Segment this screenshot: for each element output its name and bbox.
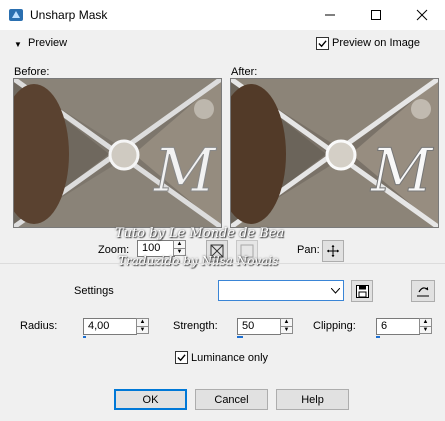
chevron-down-icon <box>328 281 343 300</box>
luminance-only-checkbox[interactable] <box>175 351 188 364</box>
title-bar: Unsharp Mask <box>0 0 445 30</box>
radius-stepper[interactable]: ▲ ▼ <box>136 318 149 334</box>
clipping-input[interactable]: 6 <box>376 318 420 335</box>
strength-stepper[interactable]: ▲ ▼ <box>280 318 293 334</box>
before-preview[interactable]: M <box>13 78 222 228</box>
cancel-button[interactable]: Cancel <box>195 389 268 410</box>
preview-toggle[interactable]: Preview <box>28 37 67 49</box>
luminance-only-label: Luminance only <box>191 352 269 364</box>
close-button[interactable] <box>399 0 445 30</box>
close-icon <box>416 9 428 21</box>
watermark-line1: Tuto by Le Monde de Bea <box>115 226 285 241</box>
after-preview[interactable]: M <box>230 78 439 228</box>
strength-input[interactable]: 50 <box>237 318 281 335</box>
paint-app-icon <box>9 8 23 22</box>
maximize-icon <box>371 10 381 20</box>
settings-combo[interactable] <box>218 280 344 301</box>
window-title: Unsharp Mask <box>30 8 108 22</box>
minimize-icon <box>325 14 335 16</box>
strength-slider[interactable] <box>237 336 243 338</box>
minimize-button[interactable] <box>307 0 353 30</box>
strength-label: Strength: <box>173 320 218 332</box>
clipping-stepper[interactable]: ▲ ▼ <box>419 318 432 334</box>
chevron-down-icon[interactable]: ▼ <box>14 40 22 49</box>
radius-input[interactable]: 4,00 <box>83 318 137 335</box>
reset-icon <box>417 287 429 297</box>
pan-button[interactable] <box>322 240 344 262</box>
reset-button[interactable] <box>411 280 435 302</box>
settings-label: Settings <box>74 285 114 297</box>
radius-slider[interactable] <box>83 336 86 338</box>
help-button[interactable]: Help <box>276 389 349 410</box>
preview-on-image-label: Preview on Image <box>332 37 421 49</box>
svg-text:M: M <box>370 136 434 206</box>
preview-on-image-checkbox[interactable] <box>316 37 329 50</box>
pan-label: Pan: <box>297 244 320 256</box>
divider <box>0 263 445 264</box>
svg-text:M: M <box>153 136 217 206</box>
save-icon <box>355 284 369 298</box>
clipping-label: Clipping: <box>313 320 356 332</box>
checkmark-icon <box>177 354 186 362</box>
watermark-line2: Traduzido by Nilsa Novais <box>118 254 279 268</box>
move-icon <box>327 245 339 257</box>
maximize-button[interactable] <box>353 0 399 30</box>
clipping-slider[interactable] <box>376 336 380 338</box>
ok-button[interactable]: OK <box>114 389 187 410</box>
before-label: Before: <box>14 66 50 78</box>
after-label: After: <box>231 66 258 78</box>
save-preset-button[interactable] <box>351 280 373 302</box>
checkmark-icon <box>318 40 327 48</box>
radius-label: Radius: <box>20 320 58 332</box>
